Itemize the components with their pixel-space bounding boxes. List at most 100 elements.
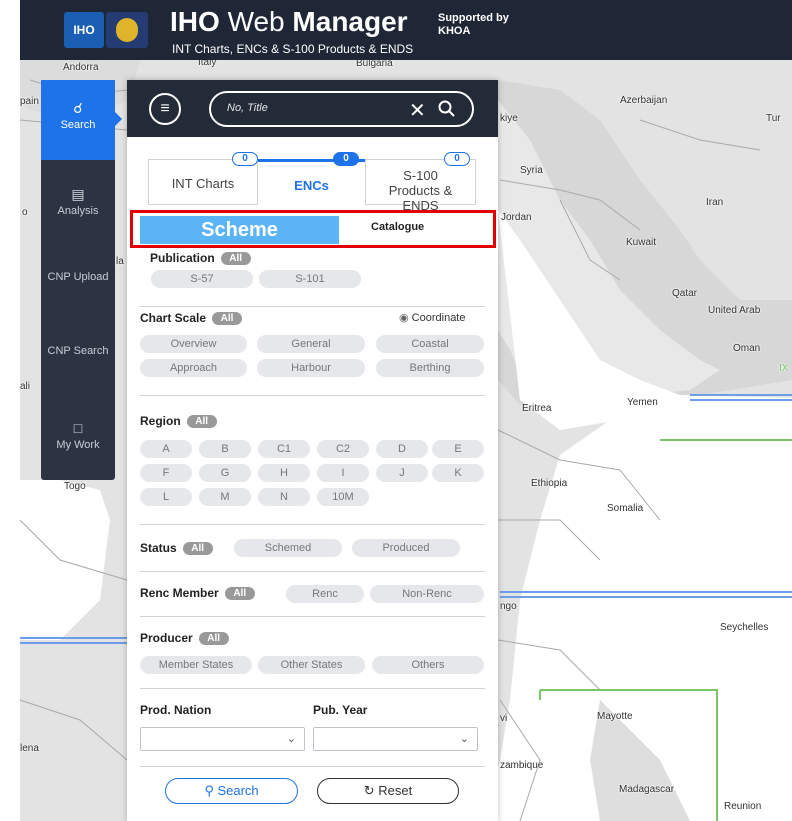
scale-chip-general[interactable]: General bbox=[257, 335, 365, 353]
publication-chip-s101[interactable]: S-101 bbox=[259, 270, 361, 288]
chart-icon: ▤ bbox=[71, 186, 85, 202]
producer-chip-member-states[interactable]: Member States bbox=[140, 656, 252, 674]
status-chip-produced[interactable]: Produced bbox=[352, 539, 460, 557]
app-subtitle: INT Charts, ENCs & S-100 Products & ENDS bbox=[172, 42, 414, 56]
map-label-syria: Syria bbox=[520, 165, 543, 176]
briefcase-icon: □ bbox=[73, 420, 83, 436]
region-all-tag[interactable]: All bbox=[186, 415, 217, 428]
status-chip-schemed[interactable]: Schemed bbox=[234, 539, 342, 557]
map-label-la: la bbox=[116, 256, 124, 267]
map-label-kuwait: Kuwait bbox=[626, 237, 657, 248]
list-icon: ≡ bbox=[160, 100, 170, 117]
map-label-oman: Oman bbox=[733, 343, 761, 354]
nav-item-cnp-search[interactable]: CNP Search bbox=[41, 345, 115, 358]
publication-title: Publication All bbox=[150, 251, 251, 265]
divider bbox=[140, 766, 485, 767]
reset-button[interactable]: ↻ Reset bbox=[317, 778, 459, 804]
region-chip-e[interactable]: E bbox=[432, 440, 484, 458]
list-menu-button[interactable]: ≡ bbox=[149, 93, 181, 125]
divider bbox=[140, 524, 485, 525]
search-icon[interactable] bbox=[437, 99, 457, 119]
map-label-ngo: ngo bbox=[500, 601, 517, 612]
prod-nation-title: Prod. Nation bbox=[140, 703, 212, 717]
scale-chip-berthing[interactable]: Berthing bbox=[376, 359, 484, 377]
tab-int-charts[interactable]: 0 INT Charts bbox=[148, 152, 258, 205]
publication-all-tag[interactable]: All bbox=[220, 252, 251, 265]
map-label-eritrea: Eritrea bbox=[522, 403, 552, 414]
map-label-reunion: Reunion bbox=[724, 801, 762, 812]
region-chip-m[interactable]: M bbox=[199, 488, 251, 506]
nav-item-search[interactable]: ☌ Search bbox=[41, 80, 115, 160]
search-button[interactable]: ⚲ Search bbox=[165, 778, 298, 804]
map-label-andorra: Andorra bbox=[63, 62, 99, 73]
producer-all-tag[interactable]: All bbox=[198, 632, 229, 645]
search-box: ✕ bbox=[209, 91, 474, 127]
renc-chip-non-renc[interactable]: Non-Renc bbox=[370, 585, 484, 603]
prod-nation-select[interactable]: ⌄ bbox=[140, 727, 305, 751]
map-label-ethiopia: Ethiopia bbox=[531, 478, 568, 489]
region-chip-a[interactable]: A bbox=[140, 440, 192, 458]
divider bbox=[140, 688, 485, 689]
status-all-tag[interactable]: All bbox=[182, 542, 213, 555]
region-chip-j[interactable]: J bbox=[376, 464, 428, 482]
producer-title: Producer All bbox=[140, 631, 229, 645]
nav-item-my-work[interactable]: □ My Work bbox=[41, 420, 115, 452]
scale-chip-overview[interactable]: Overview bbox=[140, 335, 247, 353]
renc-chip-renc[interactable]: Renc bbox=[286, 585, 364, 603]
chevron-down-icon: ⌄ bbox=[459, 733, 469, 745]
pub-year-title: Pub. Year bbox=[313, 703, 368, 717]
map-label-yemen: Yemen bbox=[627, 397, 658, 408]
region-title: Region All bbox=[140, 414, 217, 428]
region-chip-g[interactable]: G bbox=[199, 464, 251, 482]
map-label-vi: vi bbox=[500, 713, 508, 724]
map-label-helena-partial: lena bbox=[20, 743, 39, 754]
nav-pointer bbox=[115, 112, 122, 126]
mode-scheme-button[interactable]: Scheme bbox=[140, 216, 339, 244]
divider bbox=[140, 616, 485, 617]
mode-catalogue-button[interactable]: Catalogue bbox=[371, 221, 424, 233]
publication-chip-s57[interactable]: S-57 bbox=[151, 270, 253, 288]
producer-chip-others[interactable]: Others bbox=[372, 656, 484, 674]
region-chip-k[interactable]: K bbox=[432, 464, 484, 482]
divider bbox=[140, 306, 485, 307]
map-label-seychelles: Seychelles bbox=[720, 622, 769, 633]
location-pin-icon: ◉ bbox=[399, 312, 409, 324]
nav-item-analysis[interactable]: ▤ Analysis bbox=[41, 186, 115, 218]
region-chip-i[interactable]: I bbox=[317, 464, 369, 482]
tab-count-badge: 0 bbox=[444, 152, 470, 166]
nav-item-cnp-upload[interactable]: CNP Upload bbox=[41, 271, 115, 284]
region-chip-f[interactable]: F bbox=[140, 464, 192, 482]
divider bbox=[140, 571, 485, 572]
region-chip-b[interactable]: B bbox=[199, 440, 251, 458]
status-title: Status All bbox=[140, 541, 213, 555]
search-icon: ⚲ bbox=[204, 783, 214, 798]
region-chip-d[interactable]: D bbox=[376, 440, 428, 458]
chevron-down-icon: ⌄ bbox=[286, 733, 296, 745]
tab-encs[interactable]: 0 ENCs bbox=[258, 152, 365, 205]
region-chip-10m[interactable]: 10M bbox=[317, 488, 369, 506]
chart-scale-title: Chart Scale All bbox=[140, 311, 243, 325]
renc-all-tag[interactable]: All bbox=[224, 587, 255, 600]
tab-s100-products[interactable]: 0 S-100 Products & ENDS bbox=[365, 152, 476, 213]
map-label-azerbaijan: Azerbaijan bbox=[620, 95, 668, 106]
map-label-mozambique: zambique bbox=[500, 760, 544, 771]
map-label-iran: Iran bbox=[706, 197, 724, 208]
region-chip-l[interactable]: L bbox=[140, 488, 192, 506]
scale-chip-coastal[interactable]: Coastal bbox=[376, 335, 484, 353]
close-icon[interactable]: ✕ bbox=[409, 98, 426, 123]
region-chip-c2[interactable]: C2 bbox=[317, 440, 369, 458]
producer-chip-other-states[interactable]: Other States bbox=[258, 656, 365, 674]
scale-chip-harbour[interactable]: Harbour bbox=[257, 359, 365, 377]
chart-scale-all-tag[interactable]: All bbox=[212, 312, 243, 325]
iho-logo[interactable]: IHO bbox=[64, 12, 104, 48]
pub-year-select[interactable]: ⌄ bbox=[313, 727, 478, 751]
map-label-kiye: kiye bbox=[500, 113, 518, 124]
coordinate-button[interactable]: ◉ Coordinate bbox=[399, 311, 466, 324]
tab-count-badge: 0 bbox=[232, 152, 258, 166]
region-chip-c1[interactable]: C1 bbox=[258, 440, 310, 458]
map-label-togo: Togo bbox=[64, 481, 86, 492]
region-chip-h[interactable]: H bbox=[258, 464, 310, 482]
region-chip-n[interactable]: N bbox=[258, 488, 310, 506]
search-input[interactable] bbox=[227, 102, 387, 114]
scale-chip-approach[interactable]: Approach bbox=[140, 359, 247, 377]
